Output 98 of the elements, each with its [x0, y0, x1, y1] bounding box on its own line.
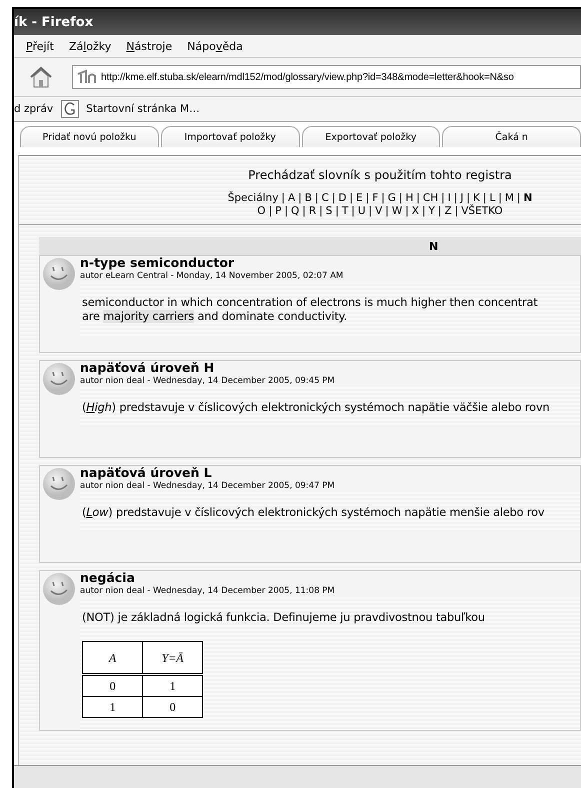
url-text: http://kme.elf.stuba.sk/elearn/mdl152/mod/glossary/view.php?id=348&mode=letter&hook=N&so: [101, 72, 514, 82]
letter-link[interactable]: P: [275, 205, 282, 218]
entry-author-date: autor nion deal - Wednesday, 14 December 2005, 09:45 PM: [80, 375, 336, 387]
letter-link[interactable]: F: [372, 192, 378, 205]
letter-link[interactable]: Z: [444, 205, 452, 218]
letter-link[interactable]: M: [504, 192, 514, 205]
letter-link[interactable]: CH: [422, 192, 438, 205]
menu-item[interactable]: Nápověda: [187, 40, 243, 52]
separator-text: |: [438, 205, 442, 218]
menu-item[interactable]: Přejít: [26, 40, 54, 52]
separator-text: |: [298, 192, 302, 205]
entry-term: negácia: [80, 571, 136, 585]
letter-link[interactable]: O: [257, 205, 266, 218]
entry-author-date: autor nion deal - Wednesday, 14 December 2005, 11:08 PM: [80, 585, 336, 597]
letter-link[interactable]: L: [489, 192, 496, 205]
definition-text: (Low) predstavuje v číslicových elektronických systémoch napätie menšie alebo rov: [82, 506, 546, 520]
separator-text: |: [422, 205, 426, 218]
smiley-avatar-icon: [42, 362, 76, 396]
menu-item[interactable]: Záložky: [68, 40, 112, 52]
table-header: A: [82, 642, 142, 674]
tab[interactable]: Čaká n: [442, 126, 581, 147]
tab[interactable]: Pridať novú položku: [20, 126, 159, 147]
menu-item[interactable]: Nástroje: [126, 40, 172, 52]
separator-text: |: [385, 205, 389, 218]
bookmark-link[interactable]: Startovní stránka M…: [61, 100, 200, 118]
table-header: Y=Ā: [142, 642, 202, 674]
bookmark-link[interactable]: d zpráv: [14, 103, 54, 115]
site-icon: [77, 69, 97, 85]
house-icon: [28, 64, 54, 90]
table-cell: 1: [82, 696, 142, 718]
separator-text: |: [498, 192, 502, 204]
letter-link[interactable]: R: [308, 205, 316, 218]
definition-text: semiconductor in which concentration of electrons is much higher then concentrat: [82, 296, 539, 310]
letter-link[interactable]: K: [473, 192, 480, 205]
separator-text: |: [441, 192, 445, 205]
entry-term: n-type semiconductor: [80, 256, 236, 270]
letter-link[interactable]: N: [523, 192, 532, 205]
separator-text: |: [466, 192, 470, 204]
entry-term: napäťová úroveň L: [80, 466, 213, 480]
address-field[interactable]: http://kme.elf.stuba.sk/elearn/mdl152/mod/glossary/view.php?id=348&mode=letter&hook=N&so: [72, 65, 581, 89]
tab[interactable]: Exportovať položky: [302, 126, 440, 147]
separator-text: |: [482, 192, 486, 204]
separator-text: |: [302, 205, 306, 218]
letter-link[interactable]: X: [412, 205, 419, 218]
smiley-avatar-icon: [42, 257, 76, 291]
letter-icon: [61, 100, 80, 118]
letter-link[interactable]: H: [405, 192, 414, 205]
separator-text: |: [516, 192, 520, 205]
separator-text: |: [281, 192, 285, 205]
section-heading: N: [39, 237, 581, 255]
letter-link[interactable]: I: [448, 192, 451, 205]
letter-link[interactable]: B: [304, 192, 312, 205]
table-cell: 0: [142, 696, 202, 718]
definition-text: (NOT) je základná logická funkcia. Definujeme ju pravdivostnou tabuľkou: [82, 611, 486, 625]
separator-text: |: [368, 205, 372, 218]
separator-text: |: [381, 192, 385, 205]
letter-link[interactable]: U: [358, 205, 366, 218]
separator-text: |: [284, 205, 288, 218]
separator-text: |: [314, 192, 318, 205]
separator-text: |: [454, 192, 458, 205]
table-cell: 1: [142, 674, 202, 696]
separator-text: |: [351, 205, 355, 218]
letter-link[interactable]: Špeciálny: [228, 192, 278, 205]
letter-link[interactable]: C: [321, 192, 329, 205]
entry-author-date: autor nion deal - Wednesday, 14 December 2005, 09:47 PM: [80, 480, 336, 492]
entry-term: napäťová úroveň H: [80, 361, 216, 375]
entry-author-date: autor eLearn Central - Monday, 14 November 2005, 02:07 AM: [80, 270, 344, 282]
separator-text: |: [398, 192, 402, 205]
letter-link[interactable]: W: [392, 205, 402, 218]
separator-text: |: [416, 192, 420, 205]
separator-text: |: [268, 205, 272, 218]
table-cell: 0: [82, 674, 142, 696]
letter-link[interactable]: VŠETKO: [461, 205, 503, 218]
letter-link[interactable]: D: [338, 192, 346, 205]
letter-link[interactable]: A: [288, 192, 296, 205]
letter-link[interactable]: G: [388, 192, 396, 205]
letter-link[interactable]: Y: [428, 205, 435, 218]
separator-text: |: [405, 205, 409, 218]
separator-text: |: [454, 205, 458, 218]
window-title: ík - Firefox: [14, 14, 94, 30]
browse-heading: Prechádzať slovník s použitím tohto registra: [248, 168, 512, 182]
letter-link[interactable]: V: [375, 205, 382, 218]
letter-link[interactable]: T: [342, 205, 348, 218]
letter-link[interactable]: E: [356, 192, 363, 205]
separator-text: |: [349, 192, 353, 205]
smiley-avatar-icon: [42, 467, 76, 501]
smiley-avatar-icon: [42, 572, 76, 606]
separator-text: |: [332, 192, 336, 205]
glossary-link[interactable]: majority carriers: [103, 310, 194, 323]
separator-text: |: [366, 192, 370, 205]
separator-text: |: [335, 205, 339, 218]
letter-link[interactable]: J: [460, 192, 464, 205]
tab[interactable]: Importovať položky: [160, 126, 300, 147]
definition-text: are majority carriers and dominate conductivity.: [82, 310, 348, 324]
definition-text: (High) predstavuje v číslicových elektronických systémoch napätie väčšie alebo rovn: [82, 401, 550, 415]
letter-link[interactable]: S: [326, 205, 332, 218]
separator-text: |: [319, 205, 323, 218]
letter-link[interactable]: Q: [291, 205, 300, 218]
